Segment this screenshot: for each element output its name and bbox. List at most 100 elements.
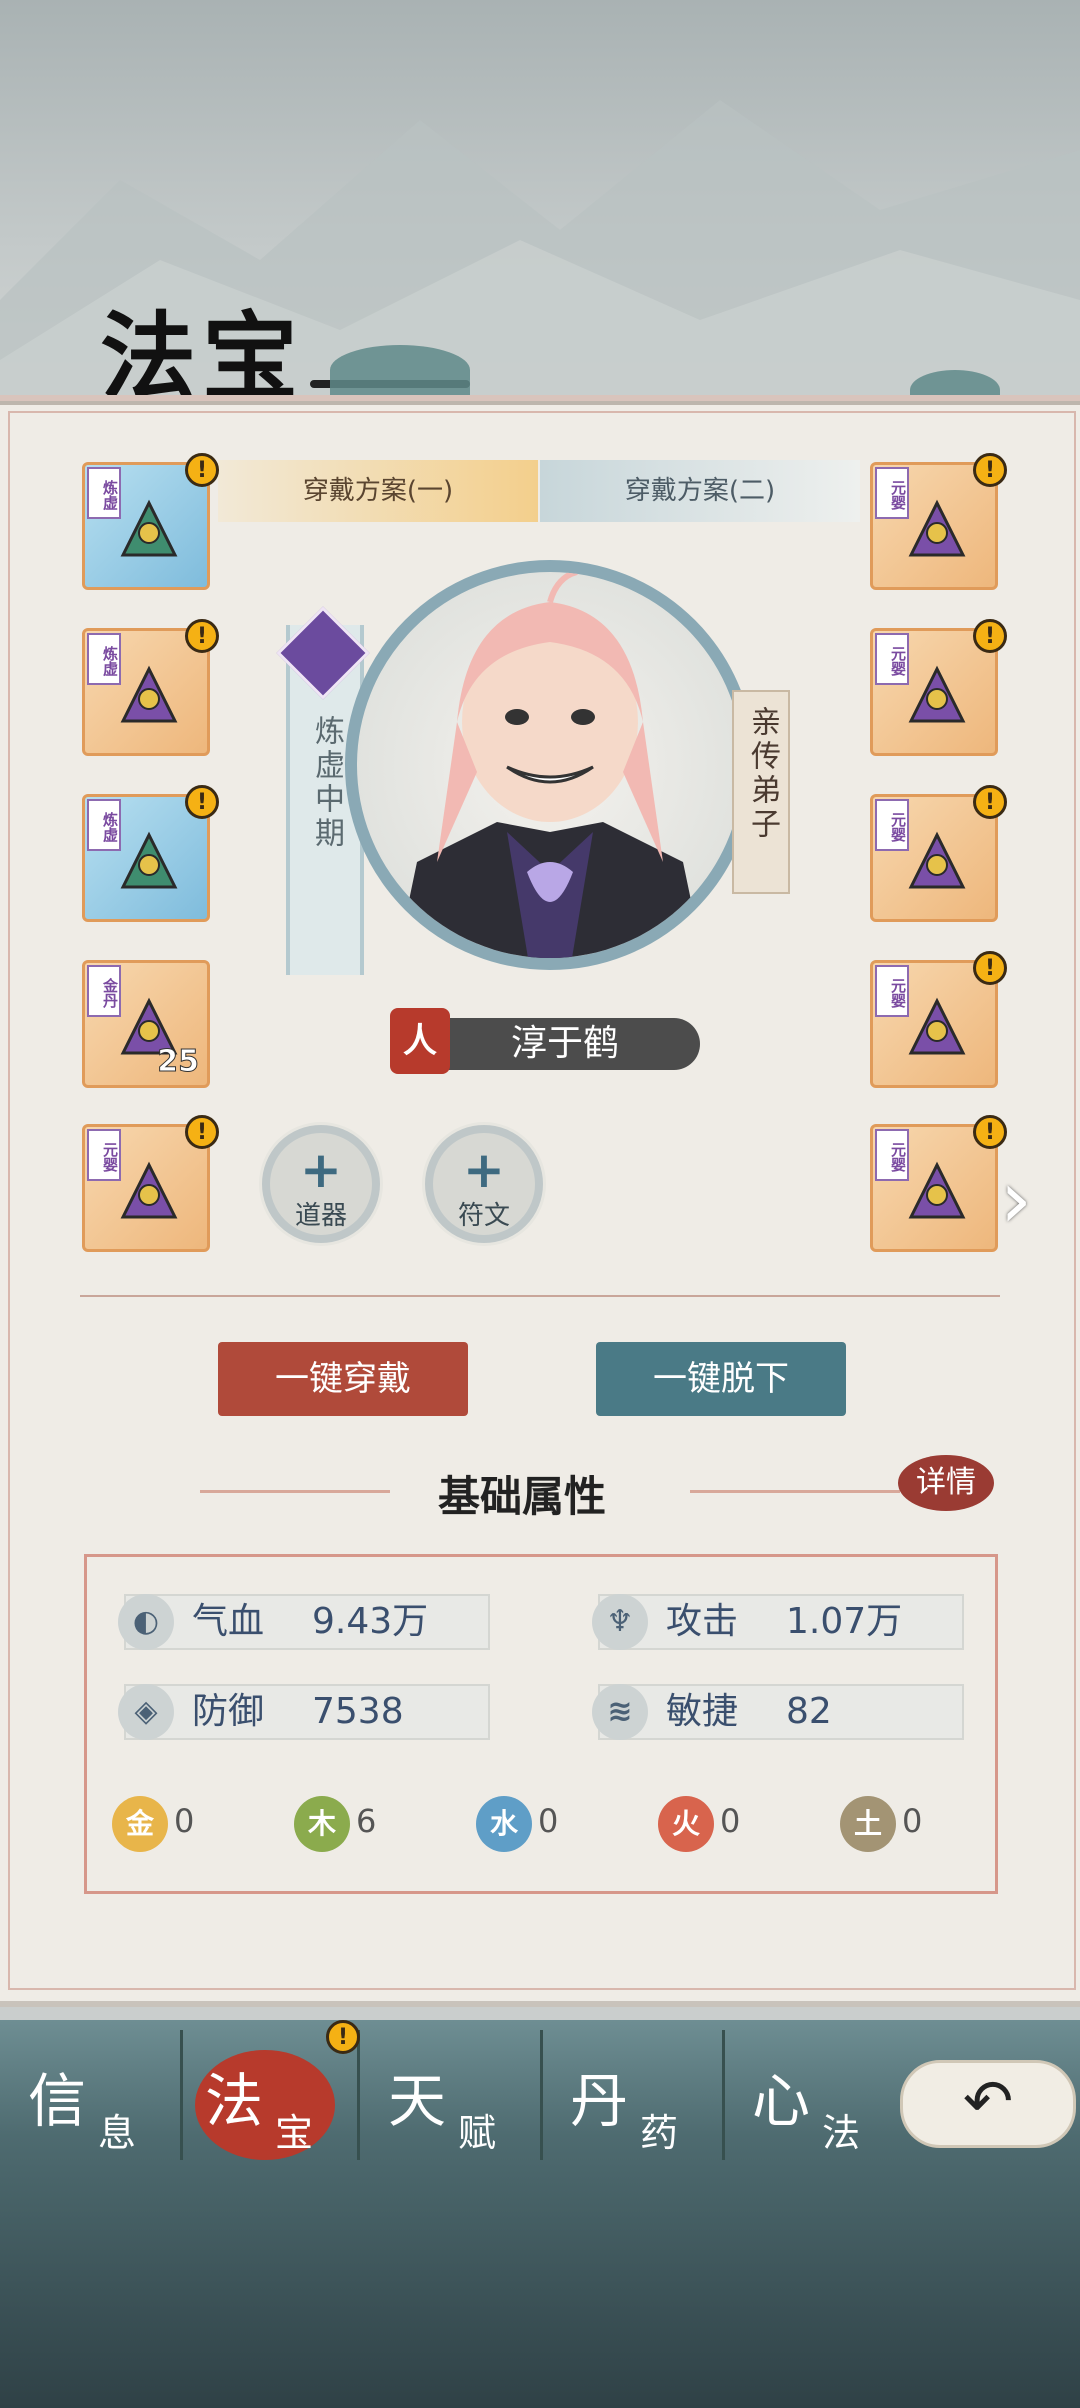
nav-separator bbox=[722, 2030, 725, 2160]
nav-tab-sublabel: 法 bbox=[822, 2111, 861, 2155]
nav-tab-label: 法 bbox=[205, 2067, 264, 2135]
alert-badge-icon: ! bbox=[185, 453, 219, 487]
drop-icon: ◐ bbox=[118, 1594, 174, 1650]
race-seal: 人 bbox=[390, 1008, 450, 1074]
alert-badge-icon: ! bbox=[973, 619, 1007, 653]
amulet-icon bbox=[901, 659, 973, 731]
nav-tab-label: 天 bbox=[388, 2067, 447, 2135]
attack-icon: ♆ bbox=[592, 1594, 648, 1650]
item-count: 25 bbox=[157, 1044, 200, 1080]
stat-attack-value: 1.07万 bbox=[786, 1601, 903, 1642]
stat-agility-value: 82 bbox=[786, 1691, 832, 1732]
stat-defense-label: 防御 bbox=[192, 1691, 265, 1732]
stat-hp: 气血 9.43万 bbox=[124, 1594, 490, 1650]
shield-icon: ◈ bbox=[118, 1684, 174, 1740]
character-portrait[interactable] bbox=[345, 560, 755, 970]
boots-icon bbox=[113, 1155, 185, 1227]
element-value: 0 bbox=[174, 1802, 195, 1840]
left-equipment-slot[interactable]: 炼虚! bbox=[82, 619, 219, 756]
wind-icon: ≋ bbox=[592, 1684, 648, 1740]
stat-attack-label: 攻击 bbox=[666, 1601, 739, 1642]
add-artifact-label: 道器 bbox=[294, 1201, 347, 1231]
element-4: 土0 bbox=[840, 1796, 950, 1856]
nav-separator bbox=[180, 2030, 183, 2160]
alert-badge-icon: ! bbox=[185, 619, 219, 653]
character-name-text: 淳于鹤 bbox=[510, 1023, 619, 1064]
attributes-title: 基础属性 bbox=[438, 1472, 607, 1521]
disciple-rank-text: 亲传弟子 bbox=[745, 706, 780, 842]
nav-tab-label: 丹 bbox=[570, 2067, 629, 2135]
nav-tab-sublabel: 赋 bbox=[458, 2111, 497, 2155]
element-2: 水0 bbox=[476, 1796, 586, 1856]
tab-scheme-2-label: 穿戴方案(二) bbox=[624, 476, 776, 506]
section-ornament-right bbox=[690, 1490, 900, 1493]
nav-tab-sublabel: 息 bbox=[98, 2111, 137, 2155]
right-equipment-slot[interactable]: 元婴! bbox=[870, 1115, 1007, 1252]
nav-tab-4[interactable]: 心法 bbox=[742, 2040, 872, 2160]
add-artifact-button[interactable]: + 道器 bbox=[262, 1125, 380, 1243]
nav-tab-sublabel: 药 bbox=[640, 2111, 679, 2155]
realm-text: 炼虚中期 bbox=[309, 715, 344, 851]
stat-defense-value: 7538 bbox=[312, 1691, 404, 1732]
jade-dagger-icon bbox=[113, 493, 185, 565]
nav-separator bbox=[357, 2030, 360, 2160]
plus-icon: + bbox=[300, 1141, 342, 1199]
element-value: 0 bbox=[902, 1802, 923, 1840]
element-1: 木6 bbox=[294, 1796, 404, 1856]
cloud-ornament-left bbox=[330, 345, 470, 395]
left-equipment-slot[interactable]: 炼虚! bbox=[82, 453, 219, 590]
next-arrow-icon[interactable]: › bbox=[1000, 1160, 1060, 1250]
ring-icon bbox=[901, 1155, 973, 1227]
right-equipment-slot[interactable]: 元婴! bbox=[870, 619, 1007, 756]
section-ornament-left bbox=[200, 1490, 390, 1493]
alert-badge-icon: ! bbox=[973, 453, 1007, 487]
right-equipment-slot[interactable]: 元婴! bbox=[870, 453, 1007, 590]
nav-tab-1[interactable]: 法宝 bbox=[195, 2040, 375, 2160]
nav-tab-3[interactable]: 丹药 bbox=[560, 2040, 740, 2160]
element-seal-icon: 火 bbox=[658, 1796, 714, 1852]
nav-alert-icon: ! bbox=[326, 2020, 360, 2054]
stat-hp-value: 9.43万 bbox=[312, 1601, 429, 1642]
nav-tab-0[interactable]: 信息 bbox=[18, 2040, 198, 2160]
nav-tab-sublabel: 宝 bbox=[275, 2111, 314, 2155]
stat-defense: 防御 7538 bbox=[124, 1684, 490, 1740]
section-divider bbox=[80, 1295, 1000, 1297]
plus-icon: + bbox=[463, 1141, 505, 1199]
stat-attack: 攻击 1.07万 bbox=[598, 1594, 964, 1650]
nav-separator bbox=[540, 2030, 543, 2160]
nav-tab-2[interactable]: 天赋 bbox=[378, 2040, 558, 2160]
left-equipment-slot[interactable]: 炼虚! bbox=[82, 785, 219, 922]
element-3: 火0 bbox=[658, 1796, 768, 1856]
alert-badge-icon: ! bbox=[973, 951, 1007, 985]
back-button[interactable]: ↶ bbox=[900, 2060, 1076, 2148]
add-rune-label: 符文 bbox=[457, 1201, 510, 1231]
tab-scheme-2[interactable]: 穿戴方案(二) bbox=[540, 460, 860, 522]
equip-all-button[interactable]: 一键穿戴 bbox=[218, 1342, 468, 1416]
curved-blade-icon bbox=[113, 659, 185, 731]
helmet-icon bbox=[901, 493, 973, 565]
element-seal-icon: 木 bbox=[294, 1796, 350, 1852]
left-equipment-slot[interactable]: 元婴! bbox=[82, 1115, 219, 1252]
tab-scheme-1[interactable]: 穿戴方案(一) bbox=[218, 460, 538, 522]
character-avatar bbox=[397, 572, 703, 958]
stat-agility-label: 敏捷 bbox=[666, 1691, 739, 1732]
nav-tab-label: 心 bbox=[752, 2067, 811, 2135]
element-seal-icon: 水 bbox=[476, 1796, 532, 1852]
right-equipment-slot[interactable]: 元婴! bbox=[870, 785, 1007, 922]
back-arrow-icon: ↶ bbox=[963, 2067, 1014, 2137]
add-rune-button[interactable]: + 符文 bbox=[425, 1125, 543, 1243]
details-button[interactable]: 详情 bbox=[898, 1455, 994, 1511]
stat-hp-label: 气血 bbox=[192, 1601, 265, 1642]
tab-scheme-1-label: 穿戴方案(一) bbox=[302, 476, 454, 506]
alert-badge-icon: ! bbox=[973, 785, 1007, 819]
stat-agility: 敏捷 82 bbox=[598, 1684, 964, 1740]
crown-icon bbox=[901, 991, 973, 1063]
left-equipment-slot[interactable]: 金丹 25 bbox=[82, 960, 210, 1088]
right-equipment-slot[interactable]: 元婴! bbox=[870, 951, 1007, 1088]
character-name: 淳于鹤 bbox=[430, 1018, 700, 1070]
unequip-all-button[interactable]: 一键脱下 bbox=[596, 1342, 846, 1416]
disciple-rank-banner: 亲传弟子 bbox=[732, 690, 790, 894]
element-0: 金0 bbox=[112, 1796, 222, 1856]
alert-badge-icon: ! bbox=[185, 785, 219, 819]
element-seal-icon: 金 bbox=[112, 1796, 168, 1852]
